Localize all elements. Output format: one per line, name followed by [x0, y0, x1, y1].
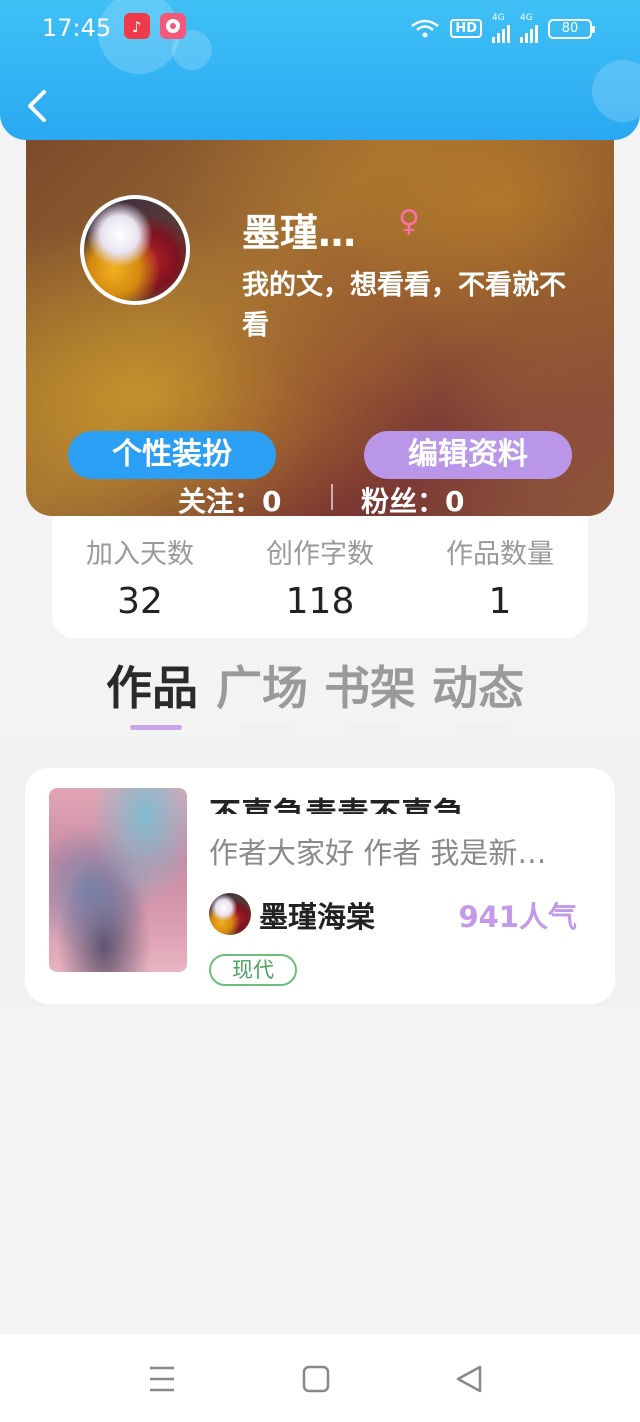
work-title-container: 不喜急毒毒不喜急: [209, 788, 589, 814]
personalize-button[interactable]: 个性装扮: [68, 431, 276, 479]
tab-bookshelf[interactable]: 书架: [324, 652, 416, 718]
work-card[interactable]: 不喜急毒毒不喜急 作者大家好 作者 我是新… 墨瑾海棠 941人气 现代: [25, 768, 615, 1004]
system-nav-bar: [0, 1334, 640, 1422]
battery-indicator: 80: [548, 18, 595, 39]
stat-word-count: 创作字数 118: [240, 532, 400, 622]
hd-badge: HD: [450, 19, 482, 38]
back-nav-button[interactable]: [450, 1362, 490, 1396]
signal-2-icon: 4G: [520, 14, 538, 43]
stats-card: 加入天数 32 创作字数 118 作品数量 1: [52, 500, 588, 638]
tab-indicator: [348, 725, 400, 730]
tab-indicator: [456, 725, 508, 730]
signal-1-icon: 4G: [492, 14, 510, 43]
decor-bubble: [592, 60, 640, 122]
edit-profile-button[interactable]: 编辑资料: [364, 431, 572, 479]
back-button[interactable]: [22, 86, 52, 126]
triangle-back-icon: [456, 1365, 482, 1393]
wifi-icon: [411, 19, 440, 37]
nickname: 墨瑾…: [242, 211, 357, 255]
female-gender-icon: ♀: [398, 204, 420, 239]
work-title: 不喜急毒毒不喜急: [209, 795, 466, 814]
stat-label: 作品数量: [446, 539, 554, 570]
home-button[interactable]: [296, 1362, 336, 1396]
stat-value: 32: [117, 581, 163, 622]
menu-icon: [150, 1366, 174, 1392]
stat-value: 1: [488, 581, 512, 622]
divider: [331, 484, 333, 510]
status-icons: HD 4G 4G 80: [410, 14, 595, 43]
profile-bio: 我的文，想看看，不看就不看: [242, 270, 566, 341]
svg-text:♪: ♪: [132, 18, 142, 36]
stat-join-days: 加入天数 32: [60, 532, 220, 622]
author-avatar: [209, 893, 251, 935]
genre-tag: 现代: [209, 954, 297, 986]
tab-bar: 作品 广场 书架 动态: [0, 652, 640, 742]
profile-card: 墨瑾… ♀ 我的文，想看看，不看就不看 个性装扮 编辑资料 关注：0 粉丝：0: [26, 120, 614, 516]
stat-work-count: 作品数量 1: [420, 532, 580, 622]
followers-count[interactable]: 粉丝：0: [361, 480, 464, 516]
avatar[interactable]: [80, 195, 190, 305]
author-name: 墨瑾海棠: [259, 900, 376, 934]
tab-indicator-active: [130, 725, 182, 730]
music-app-icon: ♪: [124, 13, 150, 39]
following-count[interactable]: 关注：0: [178, 480, 281, 516]
square-home-icon: [302, 1365, 330, 1393]
book-cover-image: [49, 788, 187, 972]
work-description: 作者大家好 作者 我是新…: [209, 836, 547, 870]
chevron-left-icon: [28, 90, 46, 122]
chat-app-icon: [160, 13, 186, 39]
status-time: 17:45: [42, 14, 112, 42]
stat-label: 创作字数: [266, 539, 374, 570]
header-bar: 17:45 ♪ HD 4G 4G 80: [0, 0, 640, 140]
tab-plaza[interactable]: 广场: [216, 652, 308, 718]
tab-activity[interactable]: 动态: [432, 652, 524, 718]
stat-label: 加入天数: [86, 539, 194, 570]
tab-works[interactable]: 作品: [106, 652, 198, 718]
menu-button[interactable]: [142, 1362, 182, 1396]
tab-indicator: [240, 725, 292, 730]
popularity-count: 941人气: [458, 900, 577, 934]
stat-value: 118: [285, 581, 355, 622]
